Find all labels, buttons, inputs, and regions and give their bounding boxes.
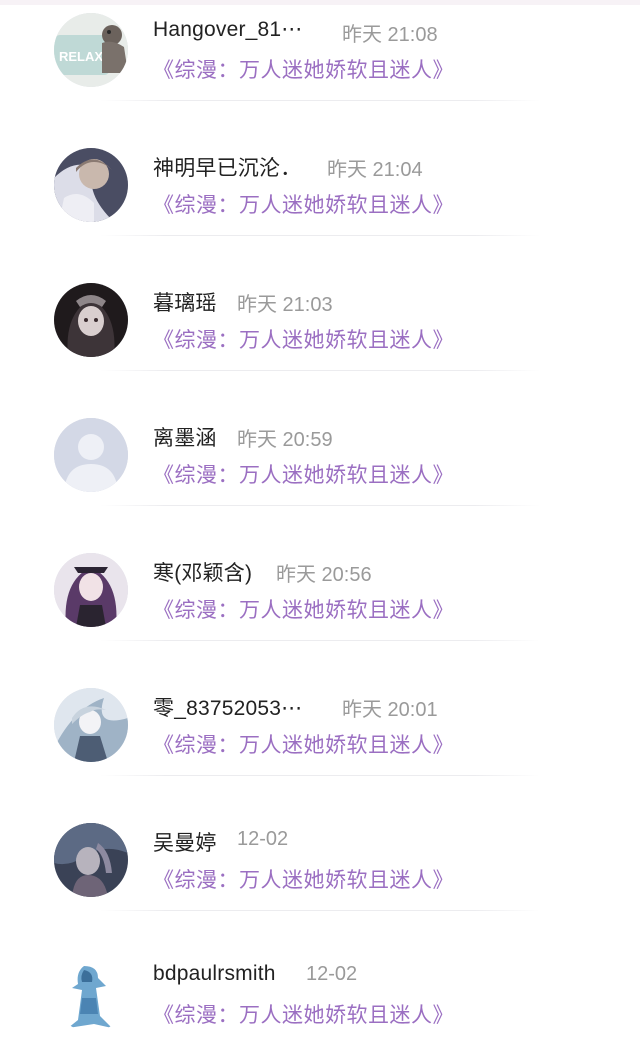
list-item[interactable]: RELAX Hangover_81⋯ 昨天 21:08 《综漫：万人迷她娇软且迷… — [0, 0, 640, 135]
list-item[interactable]: bdpaulrsmith 12-02 《综漫：万人迷她娇软且迷人》 — [0, 945, 640, 1052]
book-link[interactable]: 《综漫：万人迷她娇软且迷人》 — [153, 54, 454, 84]
timestamp: 昨天 20:01 — [342, 699, 438, 721]
book-link[interactable]: 《综漫：万人迷她娇软且迷人》 — [153, 324, 454, 354]
avatar[interactable]: RELAX — [54, 13, 128, 87]
book-link[interactable]: 《综漫：万人迷她娇软且迷人》 — [153, 189, 454, 219]
row-divider — [100, 910, 540, 911]
username[interactable]: 零_83752053⋯ — [153, 692, 302, 722]
row-divider — [100, 235, 540, 236]
row-divider — [100, 505, 540, 506]
book-link[interactable]: 《综漫：万人迷她娇软且迷人》 — [153, 459, 454, 489]
username[interactable]: bdpaulrsmith — [153, 962, 276, 986]
username[interactable]: 寒(邓颖含) — [153, 557, 252, 587]
list-item[interactable]: 吴曼婷 12-02 《综漫：万人迷她娇软且迷人》 — [0, 810, 640, 945]
username[interactable]: 暮璃瑶 — [153, 287, 217, 317]
username[interactable]: 吴曼婷 — [153, 827, 217, 857]
timestamp: 昨天 20:56 — [276, 564, 372, 586]
row-divider — [100, 370, 540, 371]
list-item[interactable]: 离墨涵 昨天 20:59 《综漫：万人迷她娇软且迷人》 — [0, 405, 640, 540]
avatar[interactable] — [54, 823, 128, 897]
list-item[interactable]: 神明早已沉沦． 昨天 21:04 《综漫：万人迷她娇软且迷人》 — [0, 135, 640, 270]
row-divider — [100, 640, 540, 641]
row-divider — [100, 100, 540, 101]
list-item[interactable]: 零_83752053⋯ 昨天 20:01 《综漫：万人迷她娇软且迷人》 — [0, 675, 640, 810]
avatar[interactable] — [54, 958, 128, 1032]
book-link[interactable]: 《综漫：万人迷她娇软且迷人》 — [153, 864, 454, 894]
timestamp: 12-02 — [237, 828, 289, 850]
timestamp: 昨天 21:08 — [342, 24, 438, 46]
avatar[interactable] — [54, 688, 128, 762]
avatar[interactable] — [54, 148, 128, 222]
username[interactable]: 神明早已沉沦． — [153, 152, 301, 182]
default-avatar-icon[interactable] — [54, 418, 128, 492]
list-item[interactable]: 寒(邓颖含) 昨天 20:56 《综漫：万人迷她娇软且迷人》 — [0, 540, 640, 675]
avatar[interactable] — [54, 283, 128, 357]
book-link[interactable]: 《综漫：万人迷她娇软且迷人》 — [153, 999, 454, 1029]
username[interactable]: Hangover_81⋯ — [153, 17, 303, 42]
avatar-logo-text: RELAX — [59, 49, 103, 64]
timestamp: 昨天 21:04 — [327, 159, 423, 181]
timestamp: 昨天 21:03 — [237, 294, 333, 316]
timestamp: 昨天 20:59 — [237, 429, 333, 451]
username[interactable]: 离墨涵 — [153, 422, 217, 452]
book-link[interactable]: 《综漫：万人迷她娇软且迷人》 — [153, 594, 454, 624]
row-divider — [100, 775, 540, 776]
avatar[interactable] — [54, 553, 128, 627]
list-item[interactable]: 暮璃瑶 昨天 21:03 《综漫：万人迷她娇软且迷人》 — [0, 270, 640, 405]
timestamp: 12-02 — [306, 963, 358, 985]
book-link[interactable]: 《综漫：万人迷她娇软且迷人》 — [153, 729, 454, 759]
